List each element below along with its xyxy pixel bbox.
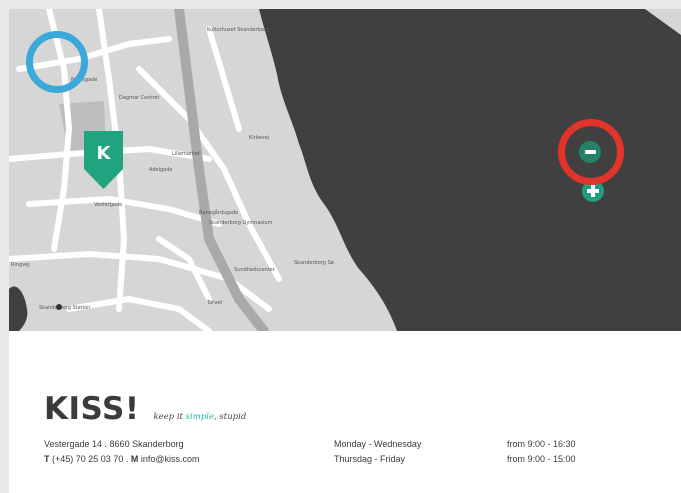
minus-icon — [584, 150, 596, 154]
map-label: Vestergade — [94, 202, 122, 208]
mail-label: M — [130, 454, 139, 464]
zoom-out-button[interactable] — [579, 141, 601, 163]
opening-days: Monday - Wednesday Thursdag - Friday — [334, 437, 421, 467]
map-label: Ringvej — [11, 262, 30, 268]
map-label: Kulturhuset Skanderborg — [207, 27, 269, 33]
map-label: Lillemarket — [172, 151, 200, 157]
map-label: Sundhedscenter — [234, 267, 276, 273]
map-label: Skanderborg Sø — [294, 260, 334, 266]
plus-icon — [587, 185, 599, 197]
opening-hours-row: from 9:00 - 15:00 — [507, 454, 576, 464]
map-label: Torvet — [206, 300, 222, 306]
page-frame: Kulturhuset Skanderborg Dagmar Centret L… — [9, 9, 681, 493]
map-label: Skanderborg Station — [39, 305, 90, 311]
brand-tagline: keep it simple, stupid — [153, 412, 246, 422]
map-label: Adelgade — [149, 167, 172, 173]
phone-label: T — [44, 454, 50, 464]
opening-hours-row: from 9:00 - 16:30 — [507, 439, 576, 449]
tagline-start: keep it — [153, 412, 186, 422]
contact-info: Vestergade 14 . 8660 Skanderborg T (+45)… — [44, 437, 200, 467]
map-label: Skanderborg Gymnasium — [209, 220, 273, 226]
brand: KISS! keep it simple, stupid — [44, 391, 246, 427]
map-canvas[interactable]: Kulturhuset Skanderborg Dagmar Centret L… — [9, 9, 681, 331]
zoom-in-button[interactable] — [582, 180, 604, 202]
brand-logo: KISS! — [44, 391, 140, 427]
tagline-end: , stupid — [214, 412, 247, 422]
map-label: Banegårdsgade — [199, 209, 238, 216]
map-poi-dot — [56, 304, 62, 310]
email-link[interactable]: info@kiss.com — [141, 454, 200, 464]
map-label: Dagmar Centret — [119, 95, 159, 101]
tagline-accent: simple — [185, 412, 215, 422]
map-label: Nørregade — [71, 77, 97, 83]
phone-number: (+45) 70 25 03 70 . — [52, 454, 131, 464]
map[interactable]: Kulturhuset Skanderborg Dagmar Centret L… — [9, 9, 681, 331]
opening-days-row: Thursdag - Friday — [334, 454, 406, 464]
map-label: Kirkevej — [249, 135, 269, 141]
opening-days-row: Monday - Wednesday — [334, 439, 422, 449]
map-pin-letter[interactable]: K — [97, 143, 112, 164]
opening-hours: from 9:00 - 16:30 from 9:00 - 15:00 — [507, 437, 576, 467]
phone-email-line: T (+45) 70 25 03 70 . M info@kiss.com — [44, 452, 200, 467]
address: Vestergade 14 . 8660 Skanderborg — [44, 439, 184, 449]
